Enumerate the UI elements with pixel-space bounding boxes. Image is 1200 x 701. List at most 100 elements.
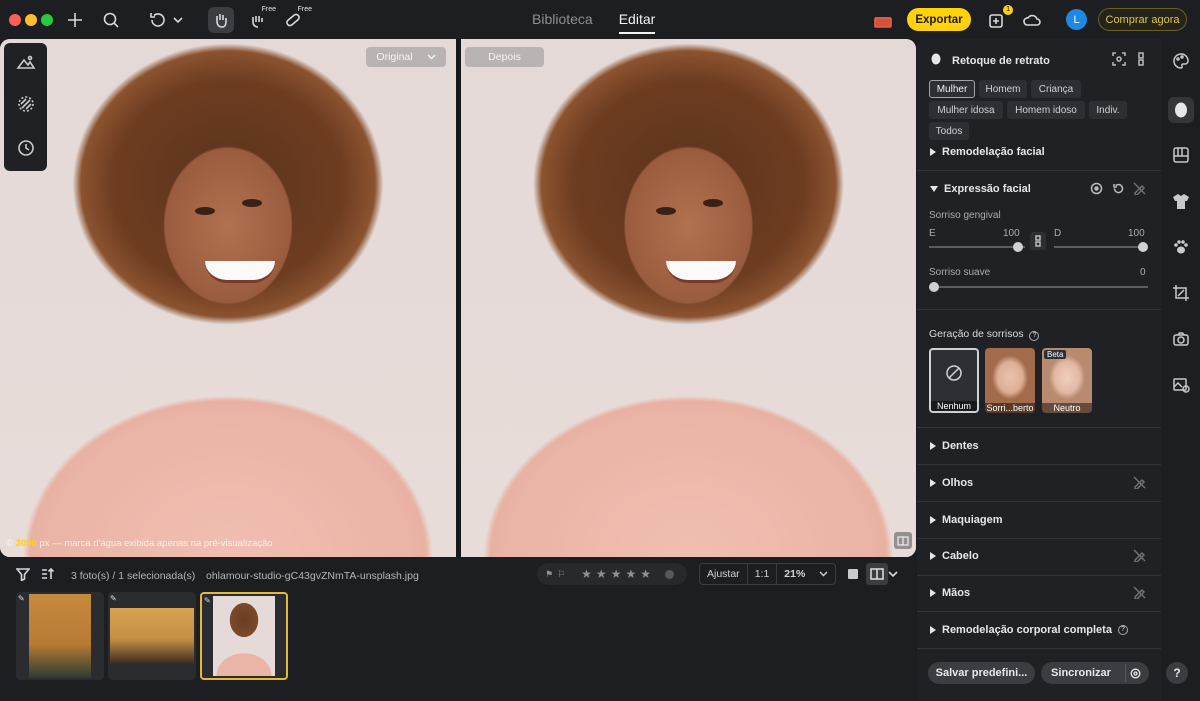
chip-individual[interactable]: Indiv. — [1089, 101, 1127, 119]
star-icon[interactable]: ★ — [596, 567, 607, 581]
buy-now-button[interactable]: Comprar agora — [1098, 8, 1187, 31]
mountain-icon[interactable] — [15, 53, 36, 74]
chip-all[interactable]: Todos — [929, 122, 969, 140]
brush-disabled-icon[interactable] — [1133, 549, 1146, 565]
tab-library[interactable]: Biblioteca — [532, 11, 593, 34]
portrait-icon[interactable] — [1168, 97, 1194, 123]
link-icon[interactable] — [1135, 52, 1147, 69]
divider — [917, 464, 1161, 465]
tool-rail — [1161, 39, 1200, 701]
filter-icon[interactable] — [12, 563, 34, 585]
section-eyes[interactable]: Olhos — [930, 477, 973, 489]
section-hair[interactable]: Cabelo — [930, 550, 979, 562]
cloud-icon[interactable] — [1021, 9, 1043, 31]
smile-option-neutral[interactable]: Beta Neutro — [1042, 348, 1092, 413]
fit-button[interactable]: Ajustar — [700, 564, 748, 584]
chip-older-woman[interactable]: Mulher idosa — [929, 101, 1003, 119]
link-sliders-icon[interactable] — [1030, 232, 1046, 250]
pet-paw-icon[interactable] — [1168, 234, 1194, 260]
crop-icon[interactable] — [1168, 280, 1194, 306]
smile-option-open[interactable]: Sorri...berto — [985, 348, 1035, 413]
undo-history-chevron-icon[interactable] — [171, 9, 185, 31]
hand-tool-icon[interactable] — [208, 7, 234, 33]
star-icon[interactable]: ★ — [611, 567, 622, 581]
star-icon[interactable]: ★ — [625, 567, 636, 581]
add-batch-icon[interactable]: 1 — [985, 5, 1013, 31]
help-button[interactable]: ? — [1166, 662, 1188, 684]
face-detect-icon[interactable] — [1112, 52, 1126, 69]
flag-outline-icon[interactable]: ⚐ — [557, 569, 565, 580]
gummy-right-slider[interactable] — [1054, 246, 1148, 248]
sync-settings-icon[interactable] — [1125, 664, 1145, 682]
thumbnail-3[interactable]: ✎ — [200, 592, 288, 680]
before-label-dropdown[interactable]: Original — [366, 47, 446, 67]
add-icon[interactable] — [64, 9, 86, 31]
undo-icon[interactable] — [147, 9, 169, 31]
palette-icon[interactable] — [1168, 48, 1194, 74]
search-icon[interactable] — [100, 9, 122, 31]
camera-icon[interactable] — [1168, 326, 1194, 352]
bandage-tool-icon[interactable]: Free — [282, 6, 312, 31]
brush-disabled-icon[interactable] — [1133, 476, 1146, 492]
section-teeth[interactable]: Dentes — [930, 440, 979, 452]
chip-child[interactable]: Criança — [1031, 80, 1081, 98]
single-view-icon[interactable] — [842, 563, 864, 585]
brush-disabled-icon[interactable] — [1133, 586, 1146, 602]
chip-woman[interactable]: Mulher — [929, 80, 975, 98]
before-after-view-icon[interactable] — [866, 563, 888, 585]
section-face-reshape[interactable]: Remodelação facial — [930, 146, 1045, 158]
section-label: Mãos — [942, 587, 971, 599]
maximize-window-button[interactable] — [41, 14, 53, 26]
rating-bar: ⚑ ⚐ ★ ★ ★ ★ ★ — [537, 563, 687, 585]
section-full-body-reshape[interactable]: Remodelação corporal completa ? — [930, 624, 1128, 636]
sort-icon[interactable] — [36, 563, 58, 585]
section-makeup[interactable]: Maquiagem — [930, 514, 1003, 526]
sync-button[interactable]: Sincronizar — [1041, 662, 1149, 684]
star-icon[interactable]: ★ — [640, 567, 651, 581]
gift-icon[interactable] — [872, 9, 894, 31]
left-value: 100 — [1003, 228, 1020, 239]
tab-edit[interactable]: Editar — [618, 11, 656, 34]
minimize-window-button[interactable] — [25, 14, 37, 26]
gummy-right-slider-handle[interactable] — [1138, 242, 1148, 252]
original-photo — [0, 39, 456, 557]
chip-older-man[interactable]: Homem idoso — [1007, 101, 1085, 119]
save-preset-button[interactable]: Salvar predefini... — [928, 662, 1035, 684]
background-icon[interactable] — [1168, 142, 1194, 168]
image-settings-icon[interactable] — [1168, 372, 1194, 398]
section-label: Dentes — [942, 440, 979, 452]
section-hands[interactable]: Mãos — [930, 587, 970, 599]
brush-disabled-icon[interactable] — [1133, 182, 1146, 198]
gummy-left-slider-handle[interactable] — [1013, 242, 1023, 252]
photo-canvas[interactable]: Original Depois © 3000 px — marca d'água… — [0, 39, 916, 557]
chip-man[interactable]: Homem — [979, 80, 1027, 98]
history-clock-icon[interactable] — [16, 138, 36, 161]
chevron-down-icon[interactable] — [886, 563, 900, 585]
smile-option-none[interactable]: Nenhum — [929, 348, 979, 413]
section-facial-expression[interactable]: Expressão facial — [930, 183, 1031, 195]
export-button[interactable]: Exportar — [907, 8, 971, 31]
info-icon[interactable]: ? — [1029, 331, 1040, 341]
gummy-left-slider[interactable] — [929, 246, 1025, 248]
star-icon[interactable]: ★ — [581, 567, 592, 581]
clothing-icon[interactable] — [1168, 188, 1194, 214]
avatar[interactable]: L — [1066, 9, 1087, 30]
divider — [917, 611, 1161, 612]
chevron-down-icon[interactable] — [812, 568, 835, 580]
visibility-icon[interactable] — [1090, 182, 1103, 198]
close-window-button[interactable] — [9, 14, 21, 26]
mask-brush-icon[interactable] — [16, 94, 36, 117]
info-icon[interactable]: ? — [1117, 625, 1128, 635]
hand-free-tool-icon[interactable]: Free — [246, 6, 276, 31]
thumbnail-1[interactable]: ✎ — [16, 592, 104, 680]
soft-smile-slider[interactable] — [929, 286, 1148, 288]
soft-smile-slider-handle[interactable] — [929, 282, 939, 292]
actual-size-button[interactable]: 1:1 — [748, 564, 778, 584]
flag-icon[interactable]: ⚑ — [545, 569, 553, 580]
after-label[interactable]: Depois — [465, 47, 544, 67]
thumbnail-2[interactable]: ✎ — [108, 592, 196, 680]
compare-view-icon[interactable] — [894, 532, 912, 549]
zoom-value[interactable]: 21% — [777, 568, 812, 580]
color-label-icon[interactable] — [664, 569, 674, 579]
reset-icon[interactable] — [1112, 182, 1125, 198]
